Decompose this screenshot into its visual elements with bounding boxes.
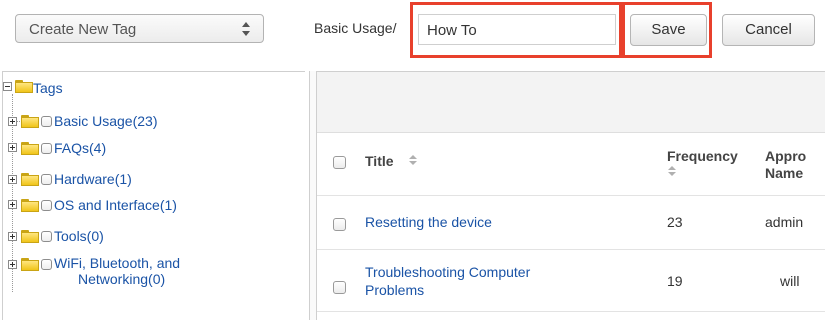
sort-icon[interactable] (668, 166, 677, 178)
select-all-checkbox[interactable] (333, 156, 346, 169)
row-divider (317, 249, 825, 250)
expand-icon[interactable] (8, 143, 17, 152)
tree-item-basic-usage[interactable]: Basic Usage(23) (54, 113, 158, 129)
expand-icon[interactable] (8, 200, 17, 209)
tree-item-tools[interactable]: Tools(0) (54, 228, 104, 244)
column-header-title[interactable]: Title (365, 153, 394, 170)
tag-name-input[interactable] (418, 14, 616, 45)
column-header-approver[interactable]: Appro Name (765, 148, 825, 184)
tree-checkbox[interactable] (41, 231, 52, 242)
tree-item-wifi-bluetooth-line2[interactable]: Networking(0) (78, 271, 165, 287)
folder-icon (21, 199, 39, 212)
record-title-link-line1[interactable]: Troubleshooting Computer (365, 264, 530, 281)
record-approver-cell: admin (765, 214, 825, 232)
tree-checkbox[interactable] (41, 116, 52, 127)
tree-item-hardware[interactable]: Hardware(1) (54, 171, 132, 187)
row-divider (317, 311, 825, 312)
tree-checkbox[interactable] (41, 174, 52, 185)
folder-icon (21, 142, 39, 155)
pane-splitter[interactable] (309, 71, 317, 320)
tree-item-faqs[interactable]: FAQs(4) (54, 140, 106, 156)
sort-icon[interactable] (409, 155, 418, 167)
cancel-button[interactable]: Cancel (722, 14, 815, 46)
record-approver: will (780, 273, 800, 289)
open-folder-icon (15, 80, 33, 93)
tag-select[interactable]: Create New Tag (15, 14, 264, 43)
expand-icon[interactable] (8, 260, 17, 269)
column-header-approver-line2: Name (765, 165, 804, 181)
folder-icon (21, 115, 39, 128)
record-title-link[interactable]: Resetting the device (365, 214, 492, 231)
tree-checkbox[interactable] (41, 200, 52, 211)
save-button[interactable]: Save (630, 14, 707, 46)
column-header-approver-line1: Appro (765, 148, 807, 164)
table-toolbar-band (317, 72, 825, 133)
tree-checkbox[interactable] (41, 259, 52, 270)
tree-checkbox[interactable] (41, 143, 52, 154)
collapse-icon[interactable] (3, 82, 12, 91)
record-approver: admin (765, 214, 804, 230)
expand-icon[interactable] (8, 117, 17, 126)
expand-icon[interactable] (8, 232, 17, 241)
row-checkbox[interactable] (333, 218, 346, 231)
record-title-link-line2[interactable]: Problems (365, 282, 424, 299)
tag-select-value: Create New Tag (29, 21, 137, 38)
toolbar: Create New Tag Basic Usage/ Save Cancel (0, 0, 825, 66)
tree-item-os-and-interface[interactable]: OS and Interface(1) (54, 197, 177, 213)
row-divider (317, 195, 825, 196)
folder-icon (21, 230, 39, 243)
tag-tree: Tags Basic Usage(23) FAQs(4) Hardware(1)… (2, 71, 305, 320)
tag-path-label: Basic Usage/ (314, 20, 397, 36)
folder-icon (21, 258, 39, 271)
row-checkbox[interactable] (333, 281, 346, 294)
tag-records-table: Title Frequency Appro Name Resetting the… (317, 71, 825, 320)
folder-icon (21, 173, 39, 186)
record-frequency: 23 (667, 214, 683, 230)
column-header-frequency[interactable]: Frequency (667, 148, 738, 165)
expand-icon[interactable] (8, 175, 17, 184)
select-arrows-icon (239, 20, 253, 38)
tree-root-label[interactable]: Tags (33, 80, 63, 96)
tree-item-wifi-bluetooth-line1[interactable]: WiFi, Bluetooth, and (54, 255, 180, 271)
record-frequency: 19 (667, 273, 683, 289)
